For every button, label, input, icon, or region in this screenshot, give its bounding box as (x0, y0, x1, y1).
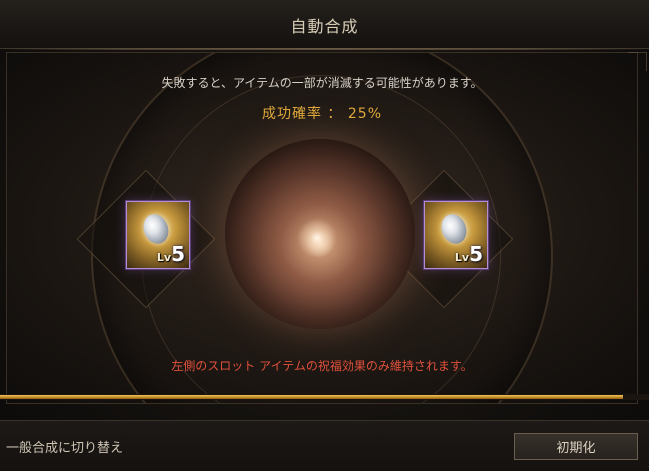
synthesis-panel: 失敗すると、アイテムの一部が消滅する可能性があります。 成功確率 ： 25% L… (6, 52, 638, 404)
level-prefix: Lv (156, 251, 172, 264)
reset-button[interactable]: 初期化 (514, 433, 638, 460)
progress-bar (0, 395, 623, 399)
success-rate-text: 成功確率 ： 25% (261, 106, 383, 122)
level-number: 5 (171, 242, 185, 266)
auto-synthesis-window: 自動合成 失敗すると、アイテムの一部が消滅する可能性があります。 成功確率 ： … (0, 0, 649, 471)
level-prefix: Lv (454, 251, 470, 264)
level-number: 5 (469, 242, 483, 266)
orb-sparkle-icon (297, 218, 337, 258)
right-item-slot[interactable]: Lv5 (424, 201, 488, 269)
failure-warning-text: 失敗すると、アイテムの一部が消滅する可能性があります。 (161, 76, 483, 90)
title-bar: 自動合成 (0, 0, 649, 50)
item-level-badge: Lv5 (157, 242, 185, 266)
left-item-slot[interactable]: Lv5 (126, 201, 190, 269)
window-title: 自動合成 (290, 17, 359, 36)
frame-corner-ornament (628, 52, 647, 71)
item-level-badge: Lv5 (455, 242, 483, 266)
blessing-note-text: 左側のスロット アイテムの祝福効果のみ維持されます。 (171, 359, 473, 373)
switch-to-normal-synthesis-link[interactable]: 一般合成に切り替え (6, 437, 123, 456)
